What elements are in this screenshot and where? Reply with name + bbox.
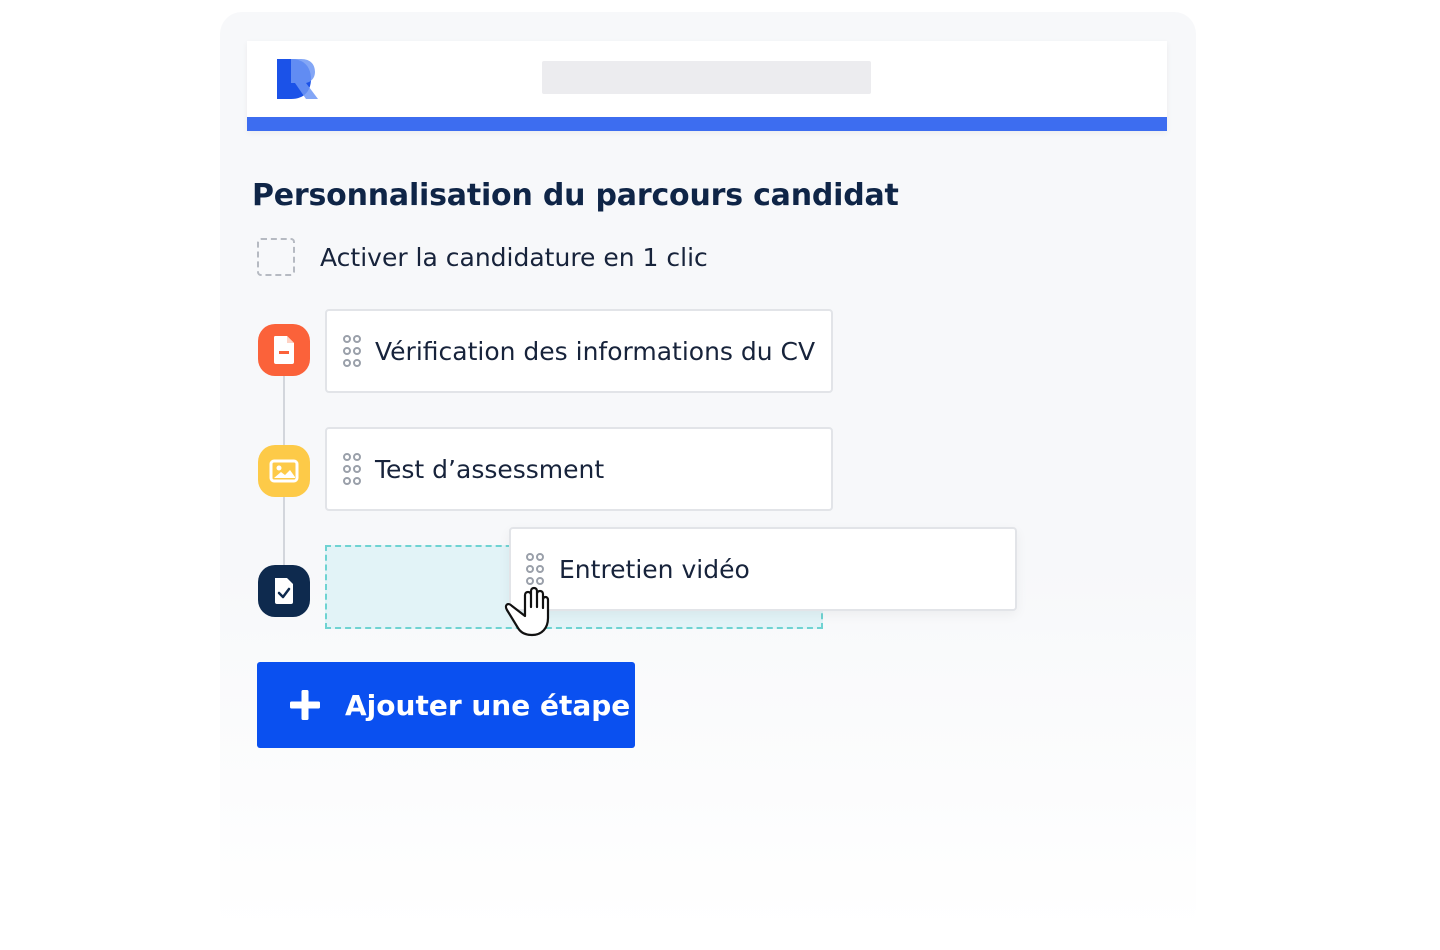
step-card[interactable]: Test d’assessment — [325, 427, 833, 511]
image-icon — [258, 445, 310, 497]
brand-logo-icon[interactable] — [275, 59, 319, 99]
one-click-checkbox[interactable] — [257, 238, 295, 276]
top-bar — [247, 41, 1167, 131]
step-label: Vérification des informations du CV — [375, 336, 816, 366]
search-bar[interactable] — [542, 61, 871, 94]
step-card[interactable]: Vérification des informations du CV — [325, 309, 833, 393]
accent-bar — [247, 117, 1167, 131]
step-label: Entretien vidéo — [559, 554, 750, 584]
dragged-step-card[interactable]: Entretien vidéo — [509, 527, 1017, 611]
add-step-label: Ajouter une étape — [345, 688, 631, 722]
grab-cursor-icon — [504, 586, 550, 637]
drag-handle-icon[interactable] — [342, 452, 362, 486]
add-step-button[interactable]: Ajouter une étape — [257, 662, 635, 748]
plus-icon — [290, 690, 320, 720]
checklist-icon — [258, 565, 310, 617]
page-title: Personnalisation du parcours candidat — [252, 178, 899, 213]
document-icon — [258, 324, 310, 376]
one-click-option[interactable]: Activer la candidature en 1 clic — [257, 237, 708, 277]
step-label: Test d’assessment — [375, 454, 605, 484]
drag-handle-icon[interactable] — [342, 334, 362, 368]
one-click-label: Activer la candidature en 1 clic — [320, 242, 708, 272]
